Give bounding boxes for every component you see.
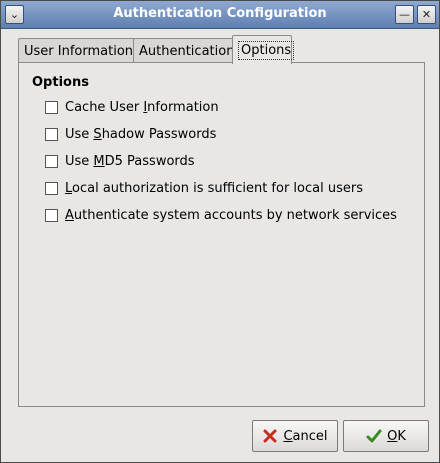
title-bar[interactable]: ⌄ Authentication Configuration — ✕ [1,1,439,29]
ok-button[interactable]: OK [343,420,429,452]
tab-label: Authentication [139,43,235,59]
ok-label: OK [387,428,406,444]
checkbox-label: Cache User Information [65,99,219,115]
checkbox-box[interactable] [45,181,58,195]
cancel-label: Cancel [283,428,328,444]
checkbox-label: Local authorization is sufficient for lo… [65,180,363,196]
authenticate-system-accounts-checkbox[interactable]: Authenticate system accounts by network … [45,206,397,224]
cancel-x-icon [263,429,277,443]
use-shadow-passwords-checkbox[interactable]: Use Shadow Passwords [45,125,216,143]
local-authorization-checkbox[interactable]: Local authorization is sufficient for lo… [45,179,363,197]
tab-authentication[interactable]: Authentication [133,38,237,63]
minimize-icon: — [399,8,410,21]
options-group-title: Options [32,75,89,90]
checkbox-box[interactable] [45,100,58,114]
cache-user-information-checkbox[interactable]: Cache User Information [45,98,219,116]
tab-label: Options [238,40,295,60]
checkbox-label: Authenticate system accounts by network … [65,207,397,223]
checkbox-label: Use MD5 Passwords [65,153,195,169]
checkbox-box[interactable] [45,208,58,222]
window-title: Authentication Configuration [113,6,327,21]
checkbox-box[interactable] [45,127,58,141]
tab-label: User Information [24,43,134,59]
close-icon: ✕ [421,8,432,21]
cancel-button[interactable]: Cancel [252,420,338,452]
checkbox-box[interactable] [45,154,58,168]
tab-user-information[interactable]: User Information [18,38,135,63]
ok-check-icon [366,429,382,443]
options-panel: Options Cache User Information Use Shado… [18,62,425,407]
checkbox-label: Use Shadow Passwords [65,126,217,142]
minimize-button[interactable]: — [395,5,414,24]
close-button[interactable]: ✕ [417,5,436,24]
tab-options[interactable]: Options [232,35,295,64]
use-md5-passwords-checkbox[interactable]: Use MD5 Passwords [45,152,195,170]
auth-config-window: ⌄ Authentication Configuration — ✕ User … [0,0,440,463]
